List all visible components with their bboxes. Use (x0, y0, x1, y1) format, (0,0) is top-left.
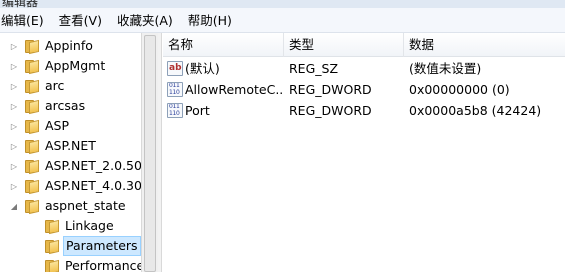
binary-value-icon: 011 110 (167, 82, 183, 97)
tree-item[interactable]: ▷ Appinfo (0, 36, 141, 56)
pane-splitter[interactable] (158, 33, 162, 272)
expand-arrow-icon[interactable]: ▷ (10, 36, 18, 56)
value-name: Port (185, 103, 210, 118)
tree-item-label[interactable]: Parameters (63, 236, 141, 256)
collapse-arrow-icon[interactable]: ◢ (10, 196, 18, 216)
value-name: AllowRemoteC... (185, 82, 283, 97)
expand-arrow-icon[interactable]: ▷ (10, 116, 18, 136)
tree-item[interactable]: ▷ arcsas (0, 96, 141, 116)
tree-item-label[interactable]: ASP (43, 116, 71, 136)
expand-arrow-icon[interactable]: ▷ (10, 136, 18, 156)
value-name: (默认) (185, 61, 220, 76)
string-value-icon: ab (167, 61, 183, 76)
folder-icon (25, 139, 40, 155)
tree-scrollbar[interactable] (141, 33, 158, 272)
value-row[interactable]: 011 110 AllowRemoteC... REG_DWORD 0x0000000… (163, 79, 565, 100)
tree-item[interactable]: Performance (0, 256, 141, 272)
list-header: 名称 类型 数据 (163, 33, 565, 57)
value-type: REG_DWORD (289, 82, 372, 97)
tree-item[interactable]: ▷ ASP.NET (0, 136, 141, 156)
expand-arrow-icon[interactable]: ▷ (10, 176, 18, 196)
tree-item-label[interactable]: Linkage (63, 216, 116, 236)
tree-item-label[interactable]: ASP.NET_2.0.507 (43, 156, 141, 176)
column-header-name[interactable]: 名称 (163, 33, 284, 57)
folder-icon (25, 159, 40, 175)
expand-arrow-icon[interactable]: ▷ (10, 76, 18, 96)
folder-icon (45, 259, 60, 272)
value-row[interactable]: ab (默认) REG_SZ (数值未设置) (163, 58, 565, 79)
folder-icon (25, 59, 40, 75)
tree-scrollbar-thumb[interactable] (144, 35, 156, 272)
tree-item-label[interactable]: Performance (63, 256, 141, 272)
expand-arrow-icon[interactable]: ▷ (10, 56, 18, 76)
value-type: REG_DWORD (289, 103, 372, 118)
tree-item-label[interactable]: Appinfo (43, 36, 95, 56)
tree-item[interactable]: ▷ ASP (0, 116, 141, 136)
registry-key-tree[interactable]: ▷ Appinfo ▷ AppMgmt ▷ arc ▷ arcsas ▷ ASP ▷ ASP.NET ▷… (0, 33, 141, 272)
menu-edit[interactable]: 编辑(E) (0, 8, 56, 33)
value-data: 0x00000000 (0) (409, 82, 510, 97)
tree-item[interactable]: ▷ ASP.NET_2.0.507 (0, 156, 141, 176)
menu-help[interactable]: 帮助(H) (187, 8, 244, 33)
menu-favorites[interactable]: 收藏夹(A) (116, 8, 185, 33)
tree-item[interactable]: Parameters (0, 236, 141, 256)
value-data: 0x0000a5b8 (42424) (409, 103, 542, 118)
tree-item[interactable]: ▷ AppMgmt (0, 56, 141, 76)
folder-icon (25, 179, 40, 195)
tree-item[interactable]: ◢ aspnet_state (0, 196, 141, 216)
tree-item[interactable]: ▷ arc (0, 76, 141, 96)
folder-icon (45, 219, 60, 235)
tree-item-label[interactable]: AppMgmt (43, 56, 107, 76)
tree-item-label[interactable]: ASP.NET_4.0.303 (43, 176, 141, 196)
column-header-type[interactable]: 类型 (284, 33, 404, 57)
tree-item-label[interactable]: arc (43, 76, 66, 96)
menu-view[interactable]: 查看(V) (58, 8, 114, 33)
value-data: (数值未设置) (409, 61, 482, 76)
folder-icon (25, 39, 40, 55)
folder-icon (25, 199, 40, 215)
tree-item[interactable]: Linkage (0, 216, 141, 236)
binary-value-icon: 011 110 (167, 103, 183, 118)
folder-icon (25, 79, 40, 95)
tree-item-label[interactable]: ASP.NET (43, 136, 98, 156)
value-row[interactable]: 011 110 Port REG_DWORD 0x0000a5b8 (42424) (163, 100, 565, 121)
expand-arrow-icon[interactable]: ▷ (10, 156, 18, 176)
value-type: REG_SZ (289, 61, 339, 76)
tree-item-label[interactable]: aspnet_state (43, 196, 128, 216)
folder-icon (45, 239, 60, 255)
folder-icon (25, 119, 40, 135)
menu-bar: 编辑(E) 查看(V) 收藏夹(A) 帮助(H) (0, 8, 565, 33)
registry-values-list: 名称 类型 数据 ab (默认) REG_SZ (数值未设置) 011 110 Allow… (163, 33, 565, 272)
column-header-data[interactable]: 数据 (404, 33, 565, 57)
expand-arrow-icon[interactable]: ▷ (10, 96, 18, 116)
folder-icon (25, 99, 40, 115)
tree-item-label[interactable]: arcsas (43, 96, 87, 116)
tree-item[interactable]: ▷ ASP.NET_4.0.303 (0, 176, 141, 196)
